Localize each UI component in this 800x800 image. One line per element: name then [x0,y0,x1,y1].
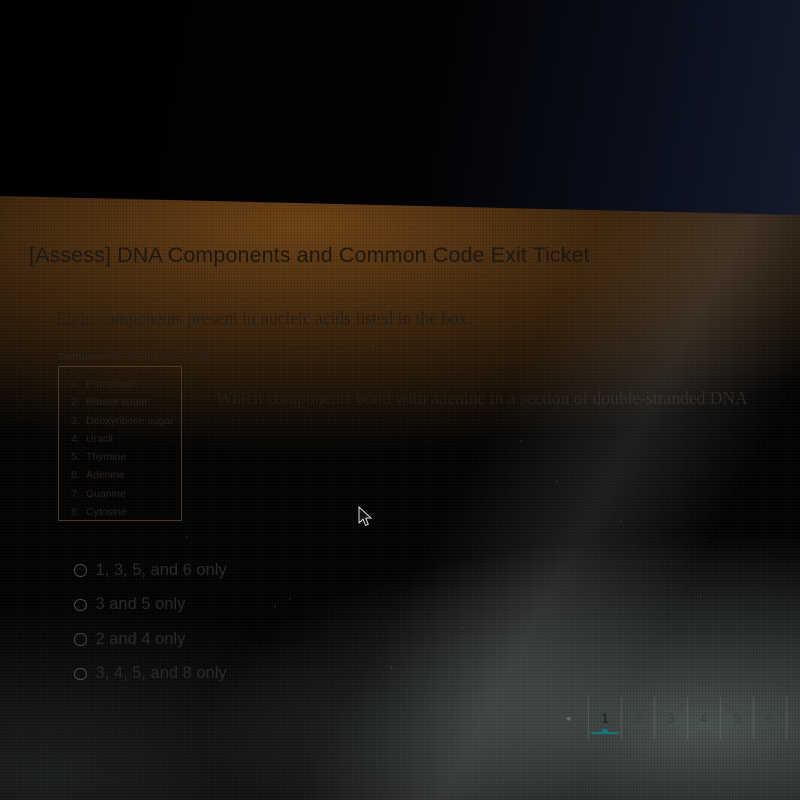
pagination-page-2[interactable]: 2 [621,697,654,739]
pagination-page-5[interactable]: 5 [720,697,753,739]
question-text: Which components bond with adenine in a … [216,388,748,408]
answer-choice-label: 3 and 5 only [95,595,186,614]
page-title: [Assess] DNA Components and Common Code … [29,243,590,267]
list-item-label: Cytosine [86,506,127,519]
pagination-page-list[interactable]: 1 2 3 4 5 6 [588,697,787,739]
pagination-prev-button[interactable]: ◂ [548,697,588,739]
list-item-number: 1. [71,378,80,390]
answer-choice-label: 3, 4, 5, and 8 only [95,664,227,683]
components-box-wrapper: Components of Nucleic Acids 1. Phosphate … [58,351,209,521]
list-item-label: Thymine [86,451,127,464]
list-item-number: 2. [71,396,80,409]
list-item-label: Uracil [86,432,113,445]
list-item: 1. Phosphate [71,375,181,393]
list-item: 5. Thymine [71,448,181,466]
list-item-label: Phosphate [86,378,137,390]
list-item: 6. Adenine [71,466,181,484]
pagination-page-3[interactable]: 3 [654,697,687,739]
pagination-page-1[interactable]: 1 [588,697,621,739]
answer-choice-label: 1, 3, 5, and 6 only [95,560,227,579]
components-box-caption: Components of Nucleic Acids [58,351,210,363]
list-item: 8. Cytosine [71,503,181,521]
prompt-text: Eight components present in nucleic acid… [56,308,473,328]
components-list: 1. Phosphate 2. Ribose sugar 3. Deoxyribose… [71,375,181,521]
pagination-page-label: 3 [667,710,675,726]
components-box: 1. Phosphate 2. Ribose sugar 3. Deoxyribose… [58,366,182,521]
pagination-page-label: 5 [733,710,741,726]
list-item-label: Deoxyribose sugar [86,414,174,427]
list-item-number: 8. [71,506,80,519]
list-item-number: 5. [71,451,80,464]
active-page-caret-icon [601,728,609,732]
pagination-page-label: 2 [634,710,642,726]
radio-button-icon[interactable] [74,667,87,680]
answer-choices: 1, 3, 5, and 6 only 3 and 5 only 2 and 4… [74,553,227,691]
pagination[interactable]: ◂ 1 2 3 4 5 6 [548,697,787,739]
list-item: 4. Uracil [71,430,181,448]
list-item: 2. Ribose sugar [71,393,181,411]
list-item-number: 4. [71,432,80,445]
answer-choice-label: 2 and 4 only [95,629,186,648]
pagination-page-6[interactable]: 6 [753,697,787,739]
answer-choice-2[interactable]: 3 and 5 only [74,588,227,623]
list-item: 3. Deoxyribose sugar [71,412,181,430]
left-arrow-icon: ◂ [565,712,571,723]
pagination-page-label: 4 [700,710,708,726]
list-item-label: Adenine [86,469,125,482]
list-item: 7. Guanine [71,485,181,503]
list-item-number: 3. [71,414,80,427]
monitor-photo: [Assess] DNA Components and Common Code … [0,0,800,800]
mouse-pointer-icon [358,505,373,533]
list-item-number: 6. [71,469,80,482]
answer-choice-4[interactable]: 3, 4, 5, and 8 only [74,657,227,692]
pagination-page-4[interactable]: 4 [687,697,720,739]
pagination-page-label: 6 [766,710,774,726]
list-item-number: 7. [71,487,80,500]
answer-choice-1[interactable]: 1, 3, 5, and 6 only [74,553,227,588]
radio-button-icon[interactable] [74,598,87,611]
radio-button-icon[interactable] [74,564,87,577]
radio-button-icon[interactable] [74,633,87,646]
list-item-label: Ribose sugar [86,396,148,409]
answer-choice-3[interactable]: 2 and 4 only [74,622,227,657]
monitor-bezel [0,0,800,215]
list-item-label: Guanine [86,487,126,500]
pagination-page-label: 1 [601,710,609,726]
